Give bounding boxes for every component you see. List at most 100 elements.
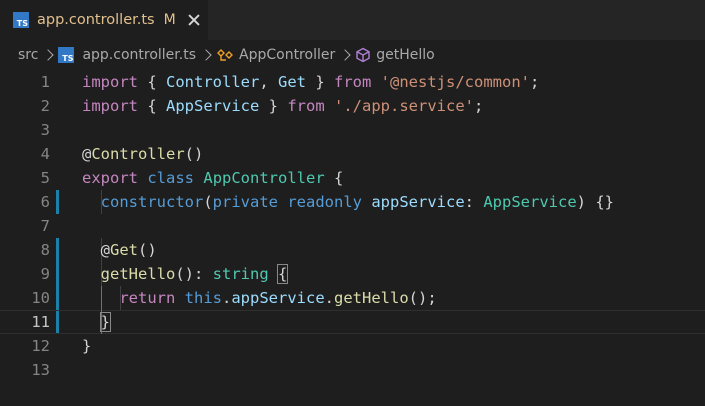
tab-app-controller[interactable]: TS app.controller.ts M — [0, 0, 208, 40]
code-token: AppService — [483, 193, 577, 211]
chevron-right-icon — [339, 49, 351, 61]
code-line[interactable]: 8 @Get() — [0, 238, 705, 262]
code-token: from — [287, 97, 325, 115]
code-line[interactable]: 1 import { Controller, Get } from '@nestj… — [0, 70, 705, 94]
code-token: } — [82, 337, 92, 355]
typescript-file-icon: TS — [13, 12, 29, 28]
code-line[interactable]: 7 — [0, 214, 705, 238]
line-number: 2 — [40, 97, 50, 115]
code-line[interactable]: 6 constructor(private readonly appServic… — [0, 190, 705, 214]
code-token: Get — [278, 73, 306, 91]
line-number: 6 — [40, 193, 50, 211]
close-icon[interactable] — [186, 12, 202, 28]
tab-title: app.controller.ts — [37, 12, 155, 28]
code-token: ; — [529, 73, 540, 91]
code-token: readonly — [287, 193, 362, 211]
chevron-right-icon — [42, 49, 55, 61]
line-code: constructor(private readonly appService:… — [82, 190, 614, 214]
code-token: Controller — [166, 73, 260, 91]
code-token: private — [212, 193, 278, 211]
code-line[interactable]: 5 export class AppController { — [0, 166, 705, 190]
line-number: 9 — [40, 265, 50, 283]
line-number: 10 — [31, 289, 50, 307]
code-token: getHello — [334, 289, 409, 307]
line-code: import { AppService } from './app.servic… — [82, 94, 483, 118]
code-token: (); — [408, 289, 437, 307]
line-number: 12 — [31, 337, 50, 355]
code-token: AppService — [166, 97, 260, 115]
code-token: appService — [371, 193, 465, 211]
code-token: (): — [175, 265, 213, 283]
breadcrumb-folder[interactable]: src — [18, 47, 38, 63]
code-token: '@nestjs/common' — [380, 73, 530, 91]
line-number: 5 — [40, 169, 50, 187]
code-line[interactable]: 3 — [0, 118, 705, 142]
line-number: 11 — [31, 313, 50, 331]
code-line[interactable]: 12} — [0, 334, 705, 358]
class-symbol-icon — [217, 49, 233, 61]
code-token: string — [212, 265, 269, 283]
code-line[interactable]: 11 } — [0, 310, 705, 334]
code-token: ( — [203, 193, 213, 211]
code-token: @ — [82, 241, 110, 259]
code-token: } — [306, 73, 334, 91]
line-number: 4 — [40, 145, 50, 163]
code-token: import — [82, 73, 138, 91]
code-token: { — [138, 97, 166, 115]
code-token: } — [259, 97, 288, 115]
code-line[interactable]: 4 @Controller() — [0, 142, 705, 166]
code-token: './app.service' — [334, 97, 474, 115]
code-token: export — [82, 169, 138, 187]
line-code: } — [82, 310, 112, 334]
code-token: this — [184, 289, 222, 307]
code-token: AppController — [203, 169, 325, 187]
breadcrumb-method[interactable]: getHello — [355, 47, 435, 63]
code-token: Get — [110, 241, 138, 259]
code-token: import — [82, 97, 138, 115]
line-code: export class AppController { — [82, 166, 343, 190]
code-line[interactable]: 13 — [0, 358, 705, 382]
bracket-match: } — [99, 312, 112, 332]
breadcrumb-file[interactable]: TS app.controller.ts — [58, 47, 196, 63]
chevron-right-icon — [200, 49, 212, 61]
line-code: getHello(): string { — [82, 262, 289, 286]
breadcrumb-method-label: getHello — [376, 47, 435, 63]
breadcrumb-class[interactable]: AppController — [216, 47, 335, 63]
code-token: from — [334, 73, 372, 91]
code-token: getHello — [100, 265, 176, 283]
breadcrumb-class-label: AppController — [239, 47, 336, 63]
code-line[interactable]: 9 getHello(): string { — [0, 262, 705, 286]
line-number: 7 — [40, 217, 50, 235]
line-code: } — [82, 334, 91, 358]
code-token: appService — [231, 289, 325, 307]
code-token: , — [259, 73, 278, 91]
code-line[interactable]: 2 import { AppService } from './app.servi… — [0, 94, 705, 118]
code-token: ; — [473, 97, 484, 115]
code-token: () — [138, 241, 157, 259]
code-token: () — [184, 145, 204, 163]
code-token: . — [222, 289, 232, 307]
code-line[interactable]: 10 return this.appService.getHello(); — [0, 286, 705, 310]
code-token: . — [324, 289, 335, 307]
breadcrumb: src TS app.controller.ts AppController g… — [0, 40, 705, 70]
line-code: return this.appService.getHello(); — [82, 286, 437, 310]
line-code: @Controller() — [82, 142, 203, 166]
code-token: ) {} — [576, 193, 614, 211]
code-token: : — [464, 193, 484, 211]
line-number: 8 — [40, 241, 50, 259]
code-token: { — [138, 73, 166, 91]
code-token: Controller — [91, 145, 185, 163]
typescript-file-icon: TS — [58, 47, 75, 63]
line-number: 1 — [40, 73, 50, 91]
